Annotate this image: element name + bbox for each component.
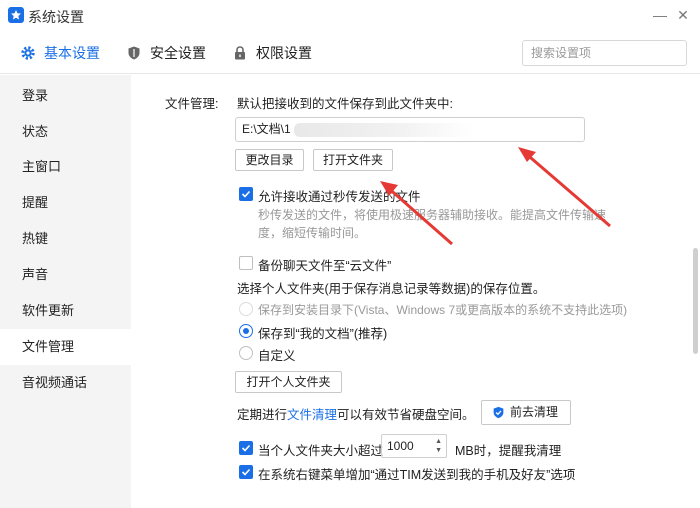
check-icon	[241, 190, 251, 198]
change-directory-button[interactable]: 更改目录	[235, 149, 304, 171]
tab-security-settings-label: 安全设置	[150, 45, 206, 61]
app-logo-icon	[8, 7, 24, 23]
file-cleanup-link[interactable]: 文件清理	[287, 408, 337, 422]
context-menu-label: 在系统右键菜单增加“通过TIM发送到我的手机及好友”选项	[258, 468, 576, 482]
sidebar-item-sound[interactable]: 声音	[0, 257, 131, 293]
gear-icon	[20, 45, 36, 61]
size-limit-suffix: MB时，提醒我清理	[455, 444, 562, 458]
flash-transfer-desc-line2: 度，缩短传输时间。	[258, 226, 367, 240]
radio-my-documents-label: 保存到“我的文档”(推荐)	[258, 327, 388, 341]
open-folder-button[interactable]: 打开文件夹	[313, 149, 393, 171]
radio-custom-label: 自定义	[258, 349, 296, 363]
open-personal-folder-button[interactable]: 打开个人文件夹	[235, 371, 342, 393]
flash-transfer-desc-line1: 秒传发送的文件，将使用极速服务器辅助接收。能提高文件传输速	[258, 208, 607, 222]
stepper-up-icon[interactable]: ▲	[435, 438, 442, 446]
size-limit-stepper[interactable]: 1000 ▲ ▼	[381, 434, 447, 458]
sidebar: 登录 状态 主窗口 提醒 热键 声音 软件更新 文件管理 音视频通话	[0, 75, 131, 508]
shield-icon	[493, 406, 504, 419]
cleanup-hint: 定期进行文件清理可以有效节省硬盘空间。	[237, 404, 475, 423]
cleanup-suffix: 可以有效节省硬盘空间。	[337, 408, 475, 422]
sidebar-item-reminder[interactable]: 提醒	[0, 185, 131, 221]
sidebar-item-main-window[interactable]: 主窗口	[0, 149, 131, 185]
title-bar: 系统设置 — ✕	[0, 0, 700, 32]
redacted-path	[294, 123, 474, 137]
size-limit-value: 1000	[387, 439, 414, 453]
close-button[interactable]: ✕	[673, 5, 693, 25]
vertical-scrollbar[interactable]	[693, 248, 698, 354]
allow-flash-transfer-checkbox[interactable]	[239, 187, 253, 201]
tab-permission-settings[interactable]: 权限设置	[232, 43, 312, 63]
sidebar-item-status[interactable]: 状态	[0, 114, 131, 150]
radio-install-dir	[239, 302, 253, 316]
search-input[interactable]	[522, 40, 687, 66]
context-menu-checkbox[interactable]	[239, 465, 253, 479]
allow-flash-transfer-label: 允许接收通过秒传发送的文件	[258, 190, 421, 204]
tab-permission-settings-label: 权限设置	[256, 45, 312, 61]
window-title: 系统设置	[28, 9, 84, 25]
save-path-field[interactable]: E:\文档\1	[235, 117, 585, 142]
sidebar-item-file-management[interactable]: 文件管理	[0, 329, 131, 365]
save-location-hint: 默认把接收到的文件保存到此文件夹中:	[237, 97, 453, 111]
radio-my-documents[interactable]	[239, 324, 253, 338]
backup-cloud-label: 备份聊天文件至“云文件”	[258, 259, 392, 273]
tab-basic-settings[interactable]: 基本设置	[20, 43, 100, 63]
go-cleanup-label: 前去清理	[509, 405, 558, 419]
sidebar-item-login[interactable]: 登录	[0, 78, 131, 114]
radio-install-dir-label: 保存到安装目录下(Vista、Windows 7或更高版本的系统不支持此选项)	[258, 303, 628, 317]
personal-folder-label: 选择个人文件夹(用于保存消息记录等数据)的保存位置。	[237, 282, 546, 296]
sidebar-item-hotkeys[interactable]: 热键	[0, 221, 131, 257]
check-icon	[241, 468, 251, 476]
save-path-value: E:\文档\1	[242, 122, 291, 136]
go-cleanup-button[interactable]: 前去清理	[481, 400, 571, 425]
tab-basic-settings-label: 基本设置	[44, 45, 100, 61]
stepper-down-icon[interactable]: ▼	[435, 447, 442, 455]
size-limit-prefix: 当个人文件夹大小超过	[258, 444, 384, 458]
cleanup-prefix: 定期进行	[237, 408, 288, 422]
shield-icon	[126, 45, 142, 61]
lock-icon	[232, 45, 248, 61]
backup-cloud-checkbox[interactable]	[239, 256, 253, 270]
minimize-button[interactable]: —	[650, 5, 670, 25]
section-label: 文件管理:	[165, 97, 219, 111]
radio-custom[interactable]	[239, 346, 253, 360]
sidebar-item-software-update[interactable]: 软件更新	[0, 293, 131, 329]
size-limit-checkbox[interactable]	[239, 441, 253, 455]
check-icon	[241, 444, 251, 452]
sidebar-item-av-call[interactable]: 音视频通话	[0, 365, 131, 401]
settings-tab-bar: 基本设置 安全设置 权限设置	[0, 32, 700, 74]
tab-security-settings[interactable]: 安全设置	[126, 43, 206, 63]
